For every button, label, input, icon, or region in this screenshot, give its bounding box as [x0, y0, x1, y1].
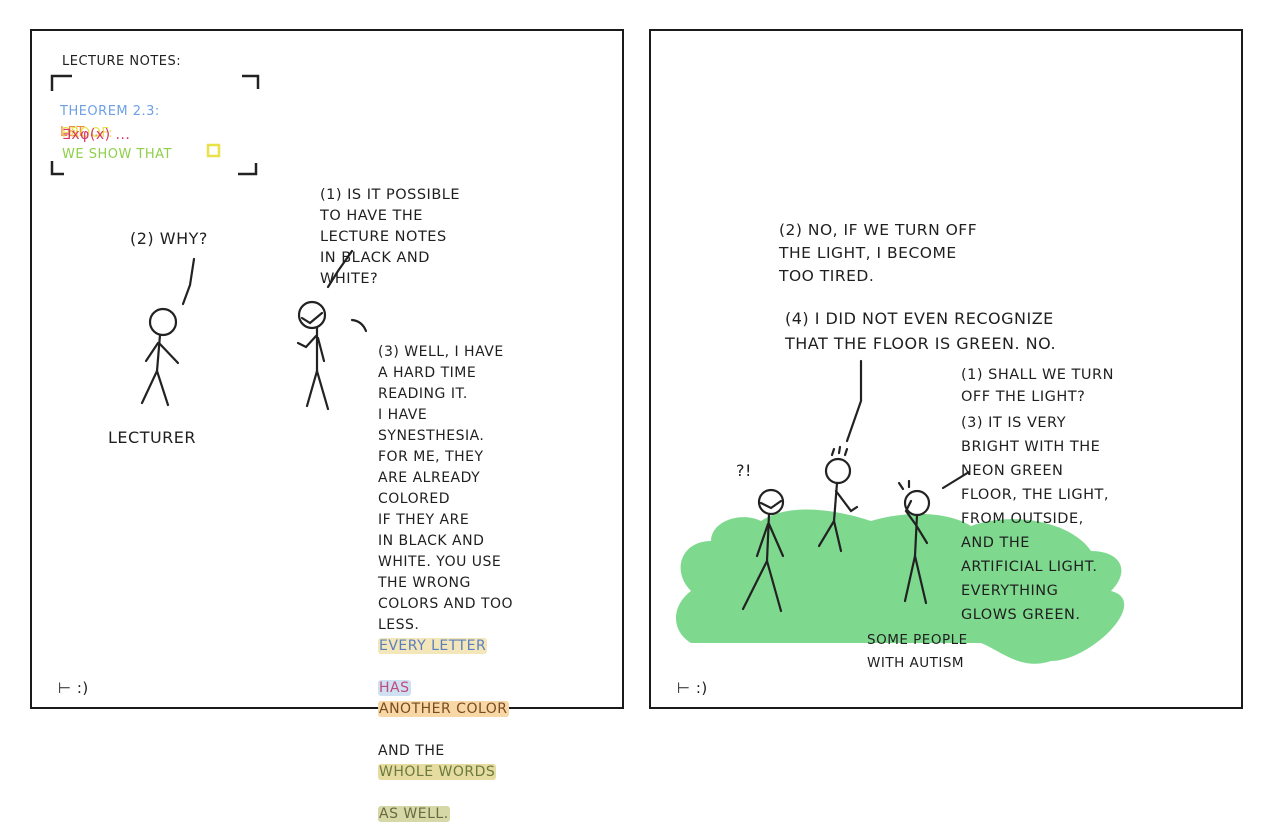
answer-colored-another-color: ANOTHER COLOR [378, 701, 509, 717]
question-speech: (1) IS IT POSSIBLE TO HAVE THE LECTURE N… [320, 187, 461, 287]
answer-colored-every-letter: EVERY LETTER [378, 638, 488, 654]
answer-colored-has: HAS [378, 680, 411, 696]
lecturer-label: LECTURER [108, 428, 197, 447]
speech-1: (1) SHALL WE TURN OFF THE LIGHT? [961, 367, 1114, 405]
panel-right-drawing [676, 359, 1125, 664]
answer-speech: (3) WELL, I HAVE A HARD TIME READING IT.… [378, 321, 513, 825]
signature-left: ⊢ :) [58, 679, 89, 697]
cursor-icon [206, 143, 221, 158]
why-speech: (2) WHY? [130, 229, 208, 248]
we-show-text: WE SHOW THAT [62, 147, 172, 162]
speech-3: (3) IT IS VERY BRIGHT WITH THE NEON GREE… [961, 415, 1110, 623]
formula-line: ∃xφ(x) ... [62, 127, 131, 143]
signature-right: ⊢ :) [677, 679, 708, 697]
answer-and-the: AND THE [378, 743, 445, 759]
speech-4: (4) I DID NOT EVEN RECOGNIZE THAT THE FL… [785, 309, 1057, 353]
autism-group-label: SOME PEOPLE WITH AUTISM [867, 632, 968, 671]
lecturer-figure-icon [140, 257, 196, 407]
answer-colored-as-well: AS WELL. [378, 806, 450, 822]
answer-colored-whole-words: WHOLE WORDS [378, 764, 497, 780]
speech-2: (2) NO, IF WE TURN OFF THE LIGHT, I BECO… [779, 221, 978, 285]
comic-panel-green-floor: (2) NO, IF WE TURN OFF THE LIGHT, I BECO… [649, 29, 1243, 709]
confused-marks: ?! [736, 461, 752, 480]
answer-main: (3) WELL, I HAVE A HARD TIME READING IT.… [378, 344, 514, 633]
lecture-notes-title: LECTURE NOTES: [62, 54, 182, 69]
comic-panel-lecture: LECTURE NOTES: THEOREM 2.3: LET ... PROO… [30, 29, 624, 822]
